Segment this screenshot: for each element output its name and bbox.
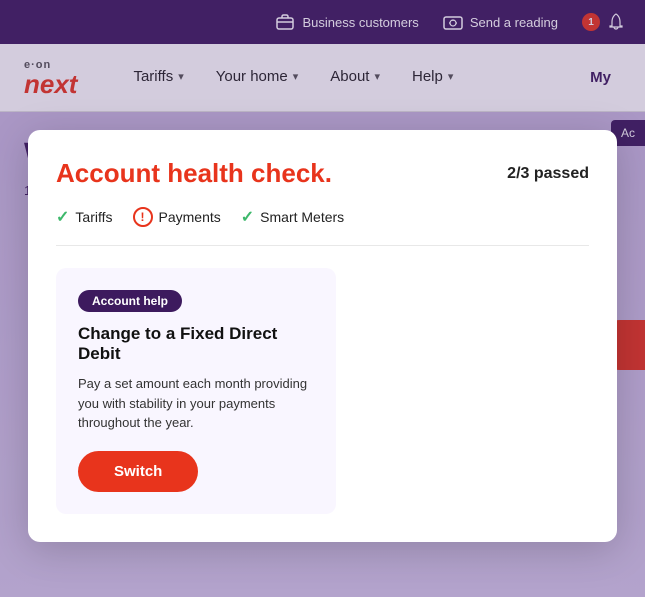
check-payments: ! Payments [133, 207, 221, 227]
card-title: Change to a Fixed Direct Debit [78, 324, 314, 364]
check-pass-icon: ✓ [241, 207, 254, 227]
switch-button[interactable]: Switch [78, 451, 198, 492]
check-smart-meters-label: Smart Meters [260, 209, 344, 225]
check-payments-label: Payments [159, 209, 221, 225]
account-health-check-modal: Account health check. 2/3 passed ✓ Tarif… [28, 130, 617, 542]
card-tag: Account help [78, 290, 182, 312]
check-pass-icon: ✓ [56, 207, 69, 227]
check-tariffs: ✓ Tariffs [56, 207, 113, 227]
account-help-card: Account help Change to a Fixed Direct De… [56, 268, 336, 514]
modal-header: Account health check. 2/3 passed [56, 158, 589, 189]
card-description: Pay a set amount each month providing yo… [78, 374, 314, 433]
modal-checks: ✓ Tariffs ! Payments ✓ Smart Meters [56, 207, 589, 246]
modal-title: Account health check. [56, 158, 332, 189]
check-warn-icon: ! [133, 207, 153, 227]
check-smart-meters: ✓ Smart Meters [241, 207, 344, 227]
check-tariffs-label: Tariffs [75, 209, 112, 225]
modal-passed-label: 2/3 passed [507, 165, 589, 183]
